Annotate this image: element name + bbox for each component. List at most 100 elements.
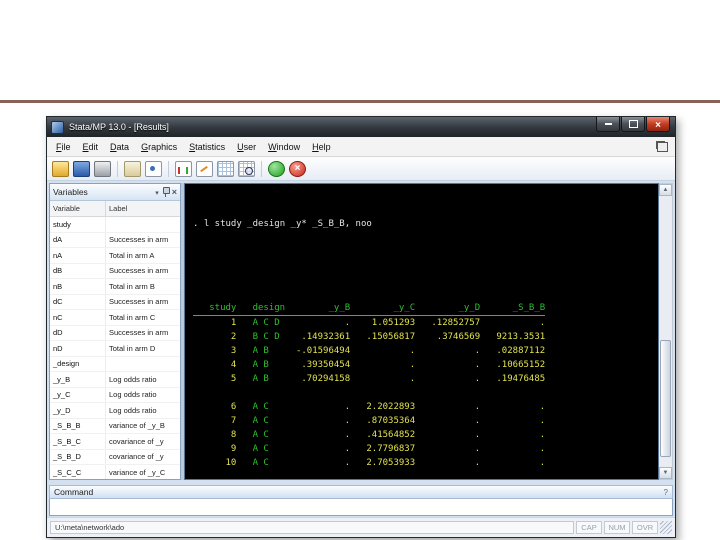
- column-header-variable[interactable]: Variable: [50, 201, 106, 216]
- command-panel-header: Command: [49, 485, 673, 499]
- table-cell: .15056817: [366, 332, 416, 342]
- variable-row[interactable]: dA Successes in arm: [50, 232, 180, 248]
- menu-help[interactable]: Help: [306, 140, 337, 154]
- table-cell: 2.7796837: [366, 444, 416, 454]
- column-header-label[interactable]: Label: [106, 204, 180, 213]
- table-cell: .87035364: [366, 416, 416, 426]
- command-input[interactable]: [49, 499, 673, 516]
- save-icon[interactable]: [73, 160, 90, 177]
- minimize-button[interactable]: [596, 117, 620, 132]
- variable-row[interactable]: _S_B_C covariance of _y: [50, 434, 180, 450]
- variable-label: Total in arm C: [109, 312, 156, 322]
- scrollbar-thumb[interactable]: [660, 340, 671, 458]
- header-cell: _y_B: [328, 303, 351, 313]
- variable-name: nD: [50, 341, 106, 356]
- results-table-row: 7 A C. .87035364..: [193, 414, 658, 428]
- vertical-scrollbar[interactable]: [659, 183, 673, 480]
- open-folder-icon[interactable]: [52, 160, 69, 177]
- clear-more-icon[interactable]: [268, 160, 285, 177]
- menu-statistics[interactable]: Statistics: [183, 140, 231, 154]
- print-icon[interactable]: [94, 160, 111, 177]
- table-cell: A B: [252, 346, 269, 356]
- results-table-row: 2 B C D .14932361 .15056817 .3746569 9213.353…: [193, 330, 658, 344]
- table-cell: .3746569: [436, 332, 481, 342]
- header-cell: design: [252, 303, 286, 313]
- results-window[interactable]: . l study _design _y* _S_B_B, noo study d…: [184, 183, 659, 480]
- table-cell: .12852757: [431, 318, 481, 328]
- close-button[interactable]: [646, 117, 670, 132]
- variable-row[interactable]: dD Successes in arm: [50, 325, 180, 341]
- variable-row[interactable]: nA Total in arm A: [50, 248, 180, 264]
- variable-label: Total in arm B: [109, 281, 155, 291]
- data-browser-icon[interactable]: [238, 160, 255, 177]
- variable-name: study: [50, 217, 106, 232]
- table-cell: .: [344, 318, 351, 328]
- variable-row[interactable]: dB Successes in arm: [50, 263, 180, 279]
- caption-buttons: [595, 117, 670, 132]
- table-cell: .: [474, 346, 481, 356]
- variable-row[interactable]: study: [50, 217, 180, 233]
- table-cell: A C D: [252, 318, 280, 328]
- do-file-editor-icon[interactable]: [196, 160, 213, 177]
- variable-name: nC: [50, 310, 106, 325]
- pin-icon[interactable]: [162, 187, 170, 197]
- title-bar[interactable]: Stata/MP 13.0 - [Results]: [47, 117, 675, 137]
- table-cell: 6: [230, 402, 237, 412]
- variable-row[interactable]: _y_D Log odds ratio: [50, 403, 180, 419]
- table-cell: .: [539, 416, 546, 426]
- results-table-row: 1 A C D. 1.051293 .12852757.: [193, 316, 658, 330]
- table-cell: 7: [230, 416, 237, 426]
- table-cell: 1: [230, 318, 237, 328]
- table-cell: -.01596494: [295, 346, 351, 356]
- menu-edit[interactable]: Edit: [77, 140, 105, 154]
- variable-name: _S_B_B: [50, 418, 106, 433]
- graph-icon[interactable]: [175, 160, 192, 177]
- scroll-up-icon[interactable]: [659, 184, 672, 196]
- table-cell: 2.7053933: [366, 458, 416, 468]
- toolbar-separator: [117, 160, 118, 177]
- data-editor-icon[interactable]: [217, 160, 234, 177]
- variable-row[interactable]: nD Total in arm D: [50, 341, 180, 357]
- table-cell: .41564852: [366, 430, 416, 440]
- variable-label: Log odds ratio: [109, 374, 157, 384]
- header-cell: _S_B_B: [512, 303, 546, 313]
- working-directory: U:\meta\network\ado: [50, 521, 574, 534]
- variables-panel-header: Variables: [50, 184, 180, 201]
- table-cell: .: [344, 444, 351, 454]
- variable-row[interactable]: _y_C Log odds ratio: [50, 387, 180, 403]
- results-table-row: 9 A C. 2.7796837..: [193, 442, 658, 456]
- log-icon[interactable]: [124, 160, 141, 177]
- viewer-icon[interactable]: [145, 160, 162, 177]
- status-bar: U:\meta\network\ado CAP NUM OVR: [47, 517, 675, 537]
- variables-close-icon[interactable]: [172, 188, 177, 197]
- menu-window[interactable]: Window: [262, 140, 306, 154]
- maximize-button[interactable]: [621, 117, 645, 132]
- break-icon[interactable]: [289, 160, 306, 177]
- child-restore-icon[interactable]: [657, 141, 668, 152]
- menu-graphics[interactable]: Graphics: [135, 140, 183, 154]
- chevron-down-icon[interactable]: [155, 188, 159, 197]
- variable-row[interactable]: _y_B Log odds ratio: [50, 372, 180, 388]
- variable-row[interactable]: nB Total in arm B: [50, 279, 180, 295]
- table-cell: .: [474, 360, 481, 370]
- variable-row[interactable]: nC Total in arm C: [50, 310, 180, 326]
- table-cell: 9213.3531: [496, 332, 546, 342]
- scroll-down-icon[interactable]: [659, 467, 672, 479]
- variable-row[interactable]: _S_B_B variance of _y_B: [50, 418, 180, 434]
- variables-column-headers: Variable Label: [50, 201, 180, 217]
- command-help-icon[interactable]: [664, 487, 668, 497]
- variable-row[interactable]: _design: [50, 356, 180, 372]
- ovr-indicator: OVR: [632, 521, 658, 534]
- variable-row[interactable]: _S_C_C variance of _y_C: [50, 465, 180, 479]
- menu-file[interactable]: File: [50, 140, 77, 154]
- menu-data[interactable]: Data: [104, 140, 135, 154]
- variable-row[interactable]: dC Successes in arm: [50, 294, 180, 310]
- variables-panel-title: Variables: [53, 187, 88, 197]
- menu-user[interactable]: User: [231, 140, 262, 154]
- variable-row[interactable]: _S_B_D covariance of _y: [50, 449, 180, 465]
- command-panel: Command: [49, 485, 673, 516]
- resize-grip[interactable]: [660, 521, 672, 534]
- header-cell: _y_D: [458, 303, 481, 313]
- variable-label: Successes in arm: [109, 297, 169, 307]
- caps-indicator: CAP: [576, 521, 602, 534]
